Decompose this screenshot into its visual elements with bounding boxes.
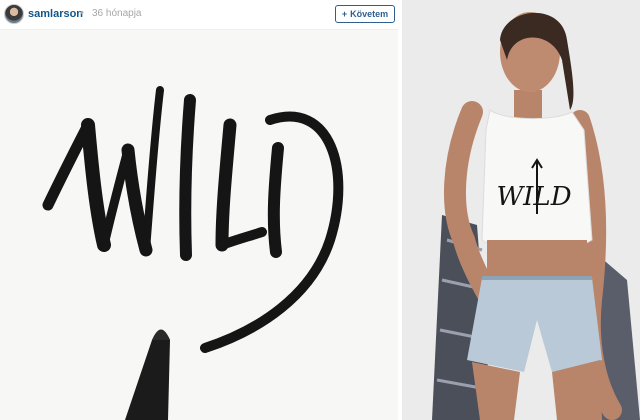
product-photo-crop-top[interactable]: WILD (402, 0, 640, 420)
wild-lettering-artwork (0, 30, 398, 420)
username-link[interactable]: samlarson (28, 8, 83, 20)
post-header: samlarson • 36 hónapja + Követem (0, 0, 398, 30)
model-wearing-wild-crop-top: WILD (402, 0, 640, 420)
post-image-wild-lettering[interactable] (0, 30, 398, 420)
follow-button[interactable]: + Követem (335, 5, 395, 23)
follow-button-label: Követem (350, 9, 389, 19)
shirt-print-text: WILD (496, 182, 571, 212)
instagram-post: samlarson • 36 hónapja + Követem (0, 0, 398, 420)
plus-icon: + (341, 9, 348, 19)
avatar[interactable] (4, 4, 24, 24)
separator-dot: • (80, 7, 84, 19)
post-timestamp: 36 hónapja (92, 8, 142, 19)
